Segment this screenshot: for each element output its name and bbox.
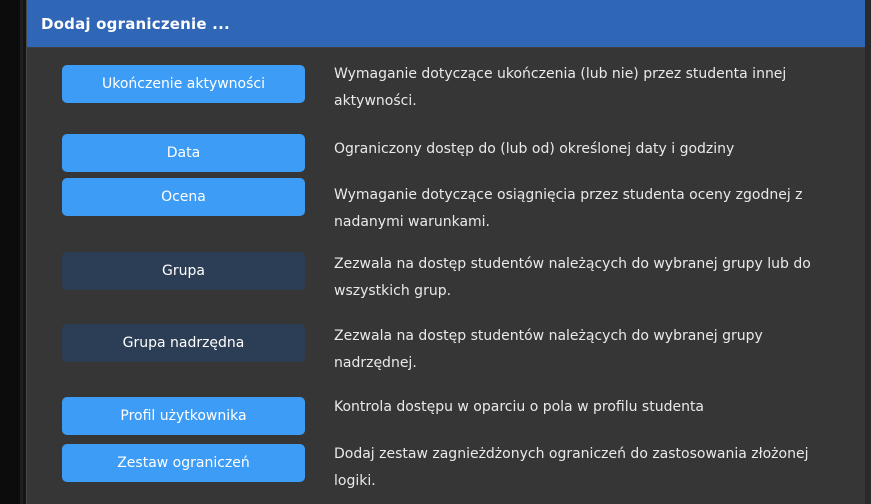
date-description: Ograniczony dostęp do (lub od) określone… [334,141,735,157]
group-button[interactable]: Grupa [62,252,305,290]
user-profile-description: Kontrola dostępu w oparciu o pola w prof… [334,399,705,415]
grade-button[interactable]: Ocena [62,178,305,216]
left-edge [0,0,23,504]
dialog-header: Dodaj ograniczenie ... [27,0,865,48]
restriction-set-button[interactable]: Zestaw ograniczeń [62,444,305,482]
dialog-title: Dodaj ograniczenie ... [41,14,230,33]
group-description: Zezwala na dostęp studentów należących d… [334,256,811,299]
grouping-description: Zezwala na dostęp studentów należących d… [334,328,763,371]
activity-completion-description: Wymaganie dotyczące ukończenia (lub nie)… [334,66,787,109]
date-button[interactable]: Data [62,134,305,172]
activity-completion-button[interactable]: Ukończenie aktywności [62,65,305,103]
grade-description: Wymaganie dotyczące osiągnięcia przez st… [334,187,803,230]
add-restriction-dialog: Dodaj ograniczenie ... Ukończenie aktywn… [26,0,865,504]
restriction-set-description: Dodaj zestaw zagnieżdżonych ograniczeń d… [334,446,809,489]
user-profile-button[interactable]: Profil użytkownika [62,397,305,435]
grouping-button[interactable]: Grupa nadrzędna [62,324,305,362]
